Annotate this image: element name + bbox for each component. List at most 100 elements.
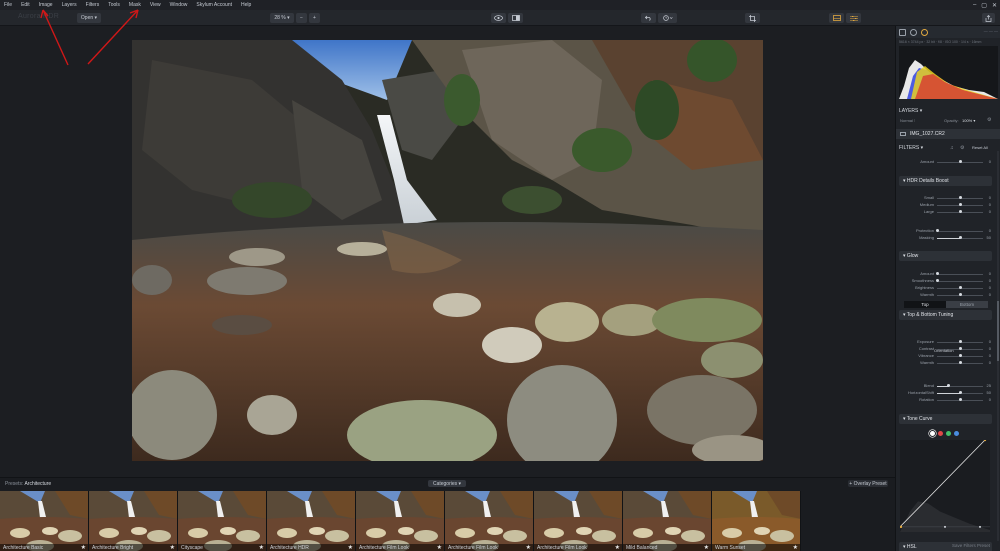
gear-icon[interactable]: ⚙	[987, 117, 991, 123]
slider-knob[interactable]	[958, 347, 962, 350]
preset-thumbnail[interactable]: Architecture Film Look ★	[534, 491, 623, 551]
layers-tab-icon[interactable]	[910, 28, 917, 36]
hdr-details-boost-header[interactable]: ▾ HDR Details Boost	[899, 176, 992, 186]
curve-channel-red-button[interactable]	[938, 431, 943, 436]
close-icon[interactable]: ✕	[992, 2, 997, 9]
image-canvas[interactable]	[0, 26, 895, 477]
slider-knob[interactable]	[958, 196, 962, 199]
minimize-icon[interactable]: –	[973, 2, 976, 8]
star-icon[interactable]: ★	[615, 544, 620, 551]
opacity-select[interactable]: 100% ▾	[962, 118, 975, 123]
slider-track[interactable]	[937, 274, 983, 275]
scrollbar-thumb[interactable]	[997, 301, 999, 361]
menu-mask[interactable]: Mask	[129, 0, 141, 10]
slider-knob[interactable]	[947, 384, 950, 387]
menu-window[interactable]: Window	[170, 0, 188, 10]
share-button[interactable]	[982, 13, 995, 23]
star-icon[interactable]: ★	[348, 544, 353, 551]
star-icon[interactable]: ★	[793, 544, 798, 551]
slider-medium[interactable]: Medium 0	[899, 202, 992, 208]
slider-knob[interactable]	[958, 236, 962, 239]
layer-row[interactable]: IMG_1027.CR2	[896, 129, 1000, 139]
slider-knob[interactable]	[958, 293, 962, 296]
preset-thumbnail[interactable]: Architecture Film Look ★	[445, 491, 534, 551]
slider-knob[interactable]	[935, 272, 939, 275]
preset-thumbnail[interactable]: Warm Sunset ★	[712, 491, 801, 551]
slider-track[interactable]	[937, 231, 983, 232]
panel-scrollbar[interactable]	[997, 151, 999, 541]
slider-warmth[interactable]: Warmth 0	[899, 360, 992, 366]
menu-help[interactable]: Help	[241, 0, 251, 10]
slider-knob[interactable]	[958, 398, 962, 401]
zoom-out-button[interactable]: −	[296, 13, 307, 23]
star-icon[interactable]: ★	[259, 544, 264, 551]
slider-knob[interactable]	[935, 279, 939, 282]
save-filters-preset-button[interactable]: Save Filters Preset	[952, 543, 990, 548]
slider-knob[interactable]	[958, 354, 962, 357]
star-icon[interactable]: ★	[437, 544, 442, 551]
menu-image[interactable]: Image	[39, 0, 53, 10]
slider-smoothness[interactable]: Smoothness 0	[899, 278, 992, 284]
preview-eye-button[interactable]	[491, 13, 506, 23]
history-button[interactable]	[658, 13, 677, 23]
slider-knob[interactable]	[935, 229, 939, 232]
preset-thumbnail[interactable]: Architecture HDR ★	[267, 491, 356, 551]
tone-curve-graph[interactable]	[900, 440, 990, 532]
blend-mode-select[interactable]: Normal ⁝	[900, 118, 915, 123]
headphones-icon[interactable]: ♫	[950, 145, 954, 151]
slider-track[interactable]	[937, 281, 983, 282]
preset-thumbnail[interactable]: Cityscape ★	[178, 491, 267, 551]
zoom-in-button[interactable]: +	[309, 13, 320, 23]
slider-masking[interactable]: Masking 50	[899, 235, 992, 241]
slider-vibrance[interactable]: Vibrance 0	[899, 353, 992, 359]
slider-knob[interactable]	[958, 160, 962, 163]
open-button[interactable]: Open ▾	[77, 13, 101, 23]
compare-button[interactable]	[508, 13, 523, 23]
tone-curve-header[interactable]: ▾ Tone Curve	[899, 414, 992, 424]
curve-channel-rgb-button[interactable]	[930, 431, 935, 436]
slider-blend[interactable]: Blend 25	[899, 383, 992, 389]
maximize-icon[interactable]: ▢	[981, 2, 987, 9]
slider-brightness[interactable]: Brightness 0	[899, 285, 992, 291]
menu-edit[interactable]: Edit	[21, 0, 30, 10]
gear-icon[interactable]: ⚙	[960, 145, 964, 151]
reset-all-button[interactable]: Reset All	[972, 145, 988, 150]
waterfall-photo[interactable]	[132, 40, 763, 461]
preset-thumbnail[interactable]: Architecture Bright ★	[89, 491, 178, 551]
overlay-preset-button[interactable]: + Overlay Preset	[848, 480, 888, 487]
slider-amount[interactable]: Amount 0	[899, 271, 992, 277]
presets-toggle-button[interactable]	[829, 13, 844, 23]
slider-knob[interactable]	[958, 203, 962, 206]
curve-channel-blue-button[interactable]	[954, 431, 959, 436]
undo-button[interactable]	[641, 13, 656, 23]
slider-large[interactable]: Large 0	[899, 209, 992, 215]
image-tab-icon[interactable]	[899, 28, 906, 36]
star-icon[interactable]: ★	[170, 544, 175, 551]
slider-rotation[interactable]: Rotation 0	[899, 397, 992, 403]
slider-knob[interactable]	[958, 340, 962, 343]
menu-tools[interactable]: Tools	[108, 0, 120, 10]
layers-header[interactable]: LAYERS ▾	[896, 106, 1000, 116]
slider-exposure[interactable]: Exposure 0	[899, 339, 992, 345]
slider-knob[interactable]	[958, 361, 962, 364]
bottom-tab[interactable]: Bottom	[946, 301, 988, 308]
slider-knob[interactable]	[958, 210, 962, 213]
info-tab-icon[interactable]	[921, 28, 928, 36]
preset-thumbnail[interactable]: Architecture Film Look ★	[356, 491, 445, 551]
curve-channel-green-button[interactable]	[946, 431, 951, 436]
slider-horizontalshift[interactable]: HorizontalShift 50	[899, 390, 992, 396]
menu-layers[interactable]: Layers	[62, 0, 77, 10]
preset-thumbnail[interactable]: Architecture Basic ★	[0, 491, 89, 551]
glow-header[interactable]: ▾ Glow	[899, 251, 992, 261]
slider-small[interactable]: Small 0	[899, 195, 992, 201]
adjustments-toggle-button[interactable]	[846, 13, 861, 23]
slider-protection[interactable]: Protection 0	[899, 228, 992, 234]
star-icon[interactable]: ★	[704, 544, 709, 551]
star-icon[interactable]: ★	[81, 544, 86, 551]
menu-skylum-account[interactable]: Skylum Account	[196, 0, 232, 10]
slider-warmth[interactable]: Warmth 0	[899, 292, 992, 298]
menu-view[interactable]: View	[150, 0, 161, 10]
top-bottom-tuning-header[interactable]: ▾ Top & Bottom Tuning	[899, 310, 992, 320]
categories-button[interactable]: Categories ▾	[428, 480, 466, 487]
slider-knob[interactable]	[958, 391, 962, 394]
